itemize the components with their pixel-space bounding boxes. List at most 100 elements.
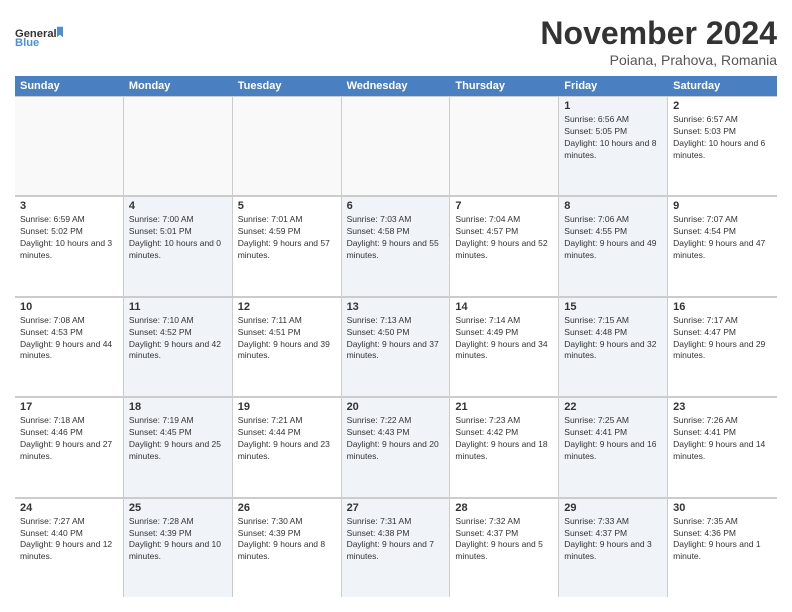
day-number: 23 — [673, 401, 772, 413]
calendar-cell — [233, 97, 342, 195]
day-number: 17 — [20, 401, 118, 413]
calendar-cell: 17 Sunrise: 7:18 AM Sunset: 4:46 PM Dayli… — [15, 398, 124, 496]
logo-svg: General Blue — [15, 15, 63, 59]
day-number: 9 — [673, 200, 772, 212]
day-number: 24 — [20, 502, 118, 514]
header-monday: Monday — [124, 76, 233, 96]
month-title: November 2024 — [540, 15, 777, 52]
header-wednesday: Wednesday — [342, 76, 451, 96]
cell-info: Sunrise: 7:25 AM Sunset: 4:41 PM Dayligh… — [564, 415, 662, 463]
calendar-row: 3 Sunrise: 6:59 AM Sunset: 5:02 PM Daylig… — [15, 196, 777, 296]
cell-info: Sunrise: 7:08 AM Sunset: 4:53 PM Dayligh… — [20, 315, 118, 363]
cell-info: Sunrise: 6:59 AM Sunset: 5:02 PM Dayligh… — [20, 214, 118, 262]
cell-info: Sunrise: 7:28 AM Sunset: 4:39 PM Dayligh… — [129, 516, 227, 564]
calendar-cell: 24 Sunrise: 7:27 AM Sunset: 4:40 PM Dayli… — [15, 499, 124, 597]
cell-info: Sunrise: 6:57 AM Sunset: 5:03 PM Dayligh… — [673, 114, 772, 162]
calendar-cell — [15, 97, 124, 195]
header-tuesday: Tuesday — [233, 76, 342, 96]
cell-info: Sunrise: 7:13 AM Sunset: 4:50 PM Dayligh… — [347, 315, 445, 363]
day-number: 27 — [347, 502, 445, 514]
calendar-cell — [124, 97, 233, 195]
day-number: 26 — [238, 502, 336, 514]
cell-info: Sunrise: 7:14 AM Sunset: 4:49 PM Dayligh… — [455, 315, 553, 363]
cell-info: Sunrise: 7:23 AM Sunset: 4:42 PM Dayligh… — [455, 415, 553, 463]
calendar-cell: 25 Sunrise: 7:28 AM Sunset: 4:39 PM Dayli… — [124, 499, 233, 597]
day-number: 16 — [673, 301, 772, 313]
calendar-cell: 4 Sunrise: 7:00 AM Sunset: 5:01 PM Daylig… — [124, 197, 233, 295]
header-sunday: Sunday — [15, 76, 124, 96]
calendar-cell: 1Sunrise: 6:56 AM Sunset: 5:05 PM Daylig… — [559, 97, 668, 195]
cell-info: Sunrise: 7:21 AM Sunset: 4:44 PM Dayligh… — [238, 415, 336, 463]
calendar-cell: 9 Sunrise: 7:07 AM Sunset: 4:54 PM Daylig… — [668, 197, 777, 295]
calendar-cell — [450, 97, 559, 195]
calendar-cell: 29 Sunrise: 7:33 AM Sunset: 4:37 PM Dayli… — [559, 499, 668, 597]
day-number: 2 — [673, 100, 772, 112]
calendar-cell: 8 Sunrise: 7:06 AM Sunset: 4:55 PM Daylig… — [559, 197, 668, 295]
cell-info: Sunrise: 7:06 AM Sunset: 4:55 PM Dayligh… — [564, 214, 662, 262]
cell-info: Sunrise: 7:18 AM Sunset: 4:46 PM Dayligh… — [20, 415, 118, 463]
calendar-row: 10 Sunrise: 7:08 AM Sunset: 4:53 PM Dayli… — [15, 297, 777, 397]
day-number: 10 — [20, 301, 118, 313]
calendar-cell: 7 Sunrise: 7:04 AM Sunset: 4:57 PM Daylig… — [450, 197, 559, 295]
calendar-cell: 18Sunrise: 7:19 AM Sunset: 4:45 PM Dayli… — [124, 398, 233, 496]
calendar-header: Sunday Monday Tuesday Wednesday Thursday… — [15, 76, 777, 96]
calendar-cell: 27 Sunrise: 7:31 AM Sunset: 4:38 PM Dayli… — [342, 499, 451, 597]
calendar-row: 1Sunrise: 6:56 AM Sunset: 5:05 PM Daylig… — [15, 96, 777, 196]
header-saturday: Saturday — [668, 76, 777, 96]
cell-info: Sunrise: 7:22 AM Sunset: 4:43 PM Dayligh… — [347, 415, 445, 463]
day-number: 28 — [455, 502, 553, 514]
calendar: Sunday Monday Tuesday Wednesday Thursday… — [15, 76, 777, 597]
calendar-cell — [342, 97, 451, 195]
day-number: 19 — [238, 401, 336, 413]
calendar-row: 17 Sunrise: 7:18 AM Sunset: 4:46 PM Dayli… — [15, 397, 777, 497]
cell-info: Sunrise: 7:04 AM Sunset: 4:57 PM Dayligh… — [455, 214, 553, 262]
day-number: 12 — [238, 301, 336, 313]
day-number: 5 — [238, 200, 336, 212]
calendar-cell: 21 Sunrise: 7:23 AM Sunset: 4:42 PM Dayli… — [450, 398, 559, 496]
calendar-cell: 15 Sunrise: 7:15 AM Sunset: 4:48 PM Dayli… — [559, 298, 668, 396]
cell-info: Sunrise: 7:01 AM Sunset: 4:59 PM Dayligh… — [238, 214, 336, 262]
logo: General Blue — [15, 15, 63, 59]
cell-info: Sunrise: 7:07 AM Sunset: 4:54 PM Dayligh… — [673, 214, 772, 262]
cell-info: Sunrise: 7:35 AM Sunset: 4:36 PM Dayligh… — [673, 516, 772, 564]
svg-text:Blue: Blue — [15, 37, 39, 49]
day-number: 1 — [564, 100, 662, 112]
title-section: November 2024 Poiana, Prahova, Romania — [540, 15, 777, 68]
day-number: 3 — [20, 200, 118, 212]
cell-info: Sunrise: 7:31 AM Sunset: 4:38 PM Dayligh… — [347, 516, 445, 564]
calendar-cell: 12Sunrise: 7:11 AM Sunset: 4:51 PM Dayli… — [233, 298, 342, 396]
calendar-cell: 10 Sunrise: 7:08 AM Sunset: 4:53 PM Dayli… — [15, 298, 124, 396]
day-number: 25 — [129, 502, 227, 514]
calendar-row: 24 Sunrise: 7:27 AM Sunset: 4:40 PM Dayli… — [15, 498, 777, 597]
header-thursday: Thursday — [450, 76, 559, 96]
cell-info: Sunrise: 7:33 AM Sunset: 4:37 PM Dayligh… — [564, 516, 662, 564]
cell-info: Sunrise: 7:15 AM Sunset: 4:48 PM Dayligh… — [564, 315, 662, 363]
day-number: 4 — [129, 200, 227, 212]
cell-info: Sunrise: 7:17 AM Sunset: 4:47 PM Dayligh… — [673, 315, 772, 363]
location: Poiana, Prahova, Romania — [540, 52, 777, 68]
header-friday: Friday — [559, 76, 668, 96]
calendar-cell: 6Sunrise: 7:03 AM Sunset: 4:58 PM Daylig… — [342, 197, 451, 295]
cell-info: Sunrise: 7:27 AM Sunset: 4:40 PM Dayligh… — [20, 516, 118, 564]
day-number: 11 — [129, 301, 227, 313]
day-number: 18 — [129, 401, 227, 413]
calendar-cell: 13 Sunrise: 7:13 AM Sunset: 4:50 PM Dayli… — [342, 298, 451, 396]
cell-info: Sunrise: 7:03 AM Sunset: 4:58 PM Dayligh… — [347, 214, 445, 262]
day-number: 8 — [564, 200, 662, 212]
day-number: 14 — [455, 301, 553, 313]
day-number: 21 — [455, 401, 553, 413]
calendar-cell: 23Sunrise: 7:26 AM Sunset: 4:41 PM Dayli… — [668, 398, 777, 496]
cell-info: Sunrise: 7:10 AM Sunset: 4:52 PM Dayligh… — [129, 315, 227, 363]
calendar-cell: 30Sunrise: 7:35 AM Sunset: 4:36 PM Dayli… — [668, 499, 777, 597]
cell-info: Sunrise: 7:32 AM Sunset: 4:37 PM Dayligh… — [455, 516, 553, 564]
day-number: 7 — [455, 200, 553, 212]
calendar-cell: 19 Sunrise: 7:21 AM Sunset: 4:44 PM Dayli… — [233, 398, 342, 496]
calendar-cell: 2 Sunrise: 6:57 AM Sunset: 5:03 PM Daylig… — [668, 97, 777, 195]
calendar-cell: 16 Sunrise: 7:17 AM Sunset: 4:47 PM Dayli… — [668, 298, 777, 396]
day-number: 29 — [564, 502, 662, 514]
day-number: 13 — [347, 301, 445, 313]
calendar-cell: 5 Sunrise: 7:01 AM Sunset: 4:59 PM Daylig… — [233, 197, 342, 295]
day-number: 20 — [347, 401, 445, 413]
cell-info: Sunrise: 7:00 AM Sunset: 5:01 PM Dayligh… — [129, 214, 227, 262]
day-number: 15 — [564, 301, 662, 313]
